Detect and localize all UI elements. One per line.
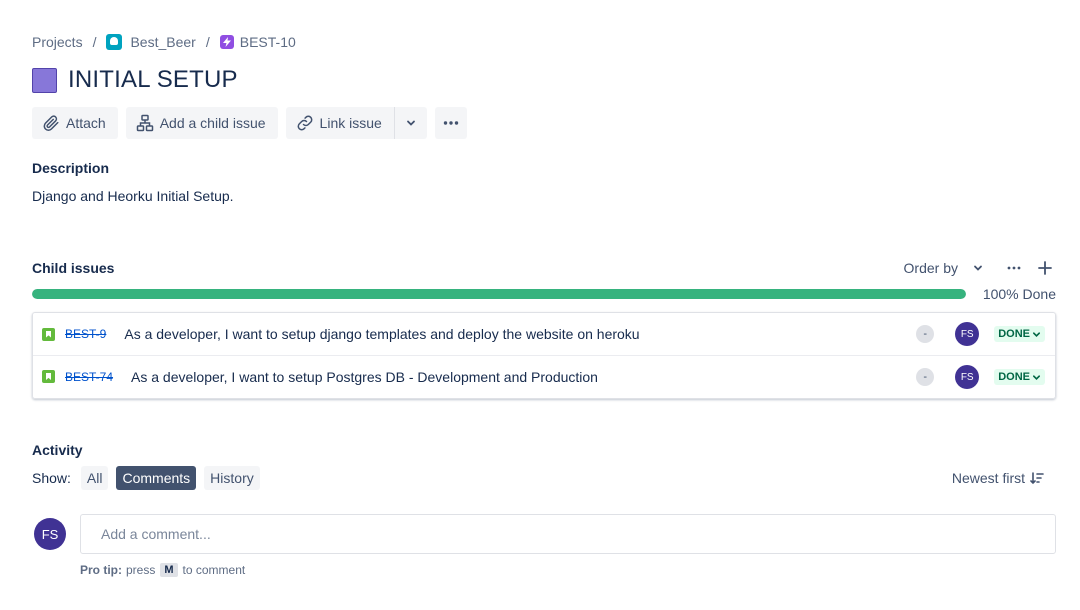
order-by-dropdown[interactable]: Order by: [904, 260, 984, 276]
activity-filter-bar: Show: All Comments History Newest first: [32, 466, 1056, 490]
link-issue-label: Link issue: [319, 115, 382, 131]
link-icon: [297, 115, 312, 131]
keyboard-shortcut-key: M: [160, 563, 178, 577]
description-heading: Description: [32, 160, 110, 176]
add-child-issue-button[interactable]: Add a child issue: [125, 107, 278, 139]
chevron-down-icon: [406, 120, 415, 126]
link-issue-button[interactable]: Link issue: [285, 107, 394, 139]
epic-color-swatch[interactable]: [32, 67, 57, 93]
child-issues-list: BEST-9 As a developer, I want to setup d…: [32, 312, 1056, 399]
comment-input[interactable]: [80, 514, 1056, 554]
more-actions-button[interactable]: [434, 107, 467, 139]
story-icon: [42, 370, 55, 383]
link-issue-dropdown-button[interactable]: [393, 107, 427, 139]
child-issue-row[interactable]: BEST-9 As a developer, I want to setup d…: [33, 313, 1055, 355]
epic-icon: [219, 35, 234, 49]
issue-title[interactable]: INITIAL SETUP: [68, 66, 238, 94]
chevron-down-icon: [1032, 374, 1041, 380]
show-label: Show:: [32, 470, 71, 486]
more-horizontal-icon: [443, 121, 459, 125]
status-dropdown[interactable]: DONE: [994, 326, 1045, 342]
child-issue-meta: - FS DONE: [916, 356, 1045, 398]
progress-label: 100% Done: [982, 286, 1056, 302]
child-issues-header: Child issues Order by: [32, 258, 1056, 278]
story-icon: [42, 327, 55, 341]
activity-heading: Activity: [32, 442, 83, 458]
project-avatar-icon: [106, 34, 123, 50]
hierarchy-icon: [136, 114, 153, 132]
child-issue-summary[interactable]: As a developer, I want to setup django t…: [124, 326, 639, 342]
child-issues-heading: Child issues: [32, 260, 115, 276]
priority-badge[interactable]: -: [916, 368, 935, 386]
pro-tip-label: Pro tip:: [80, 563, 122, 577]
breadcrumb-project[interactable]: Best_Beer: [106, 34, 196, 50]
child-issue-meta: - FS DONE: [916, 313, 1045, 355]
add-child-label: Add a child issue: [159, 115, 266, 131]
breadcrumb: Projects / Best_Beer / BEST-10: [32, 32, 296, 52]
more-horizontal-icon: [1007, 266, 1021, 270]
child-issue-key[interactable]: BEST-74: [65, 370, 113, 384]
filter-history-button[interactable]: History: [204, 466, 260, 490]
child-issues-progress: 100% Done: [32, 286, 1056, 302]
order-by-label: Order by: [903, 260, 958, 276]
plus-icon: [1038, 261, 1052, 275]
chevron-down-icon: [974, 265, 982, 271]
breadcrumb-issue-key: BEST-10: [239, 34, 296, 50]
filter-comments-button[interactable]: Comments: [116, 466, 197, 490]
attach-button[interactable]: Attach: [32, 107, 118, 139]
chevron-down-icon: [1032, 331, 1041, 337]
status-label: DONE: [998, 371, 1030, 383]
add-child-issue-plus-button[interactable]: [1038, 261, 1052, 275]
pro-tip-suffix: to comment: [182, 563, 246, 577]
filter-all-button[interactable]: All: [80, 466, 109, 490]
breadcrumb-separator: /: [205, 34, 210, 50]
paperclip-icon: [43, 115, 59, 131]
progress-fill: [32, 289, 966, 299]
description-text[interactable]: Django and Heorku Initial Setup.: [32, 188, 234, 204]
progress-track: [32, 289, 966, 299]
priority-badge[interactable]: -: [916, 325, 935, 343]
current-user-avatar: FS: [34, 518, 66, 550]
issue-toolbar: Attach Add a child issue Link issue: [32, 107, 475, 139]
child-issue-row[interactable]: BEST-74 As a developer, I want to setup …: [33, 355, 1055, 397]
sort-descending-icon: [1030, 472, 1044, 485]
breadcrumb-issue[interactable]: BEST-10: [219, 34, 296, 50]
assignee-avatar[interactable]: FS: [955, 322, 980, 346]
status-dropdown[interactable]: DONE: [994, 369, 1045, 385]
issue-title-row: INITIAL SETUP: [32, 66, 238, 94]
sort-order-label: Newest first: [951, 470, 1025, 486]
child-issues-more-button[interactable]: [1006, 260, 1022, 276]
pro-tip-press: press: [126, 563, 156, 577]
breadcrumb-separator: /: [92, 34, 97, 50]
assignee-avatar[interactable]: FS: [955, 365, 980, 389]
status-label: DONE: [998, 328, 1030, 340]
pro-tip: Pro tip: press M to comment: [80, 563, 245, 577]
child-issue-key[interactable]: BEST-9: [65, 327, 106, 341]
child-issues-actions: Order by: [904, 260, 1056, 276]
child-issue-summary[interactable]: As a developer, I want to setup Postgres…: [131, 369, 598, 385]
sort-order-button[interactable]: Newest first: [952, 470, 1044, 486]
breadcrumb-project-label: Best_Beer: [130, 34, 196, 50]
attach-label: Attach: [66, 115, 106, 131]
breadcrumb-projects[interactable]: Projects: [32, 34, 83, 50]
